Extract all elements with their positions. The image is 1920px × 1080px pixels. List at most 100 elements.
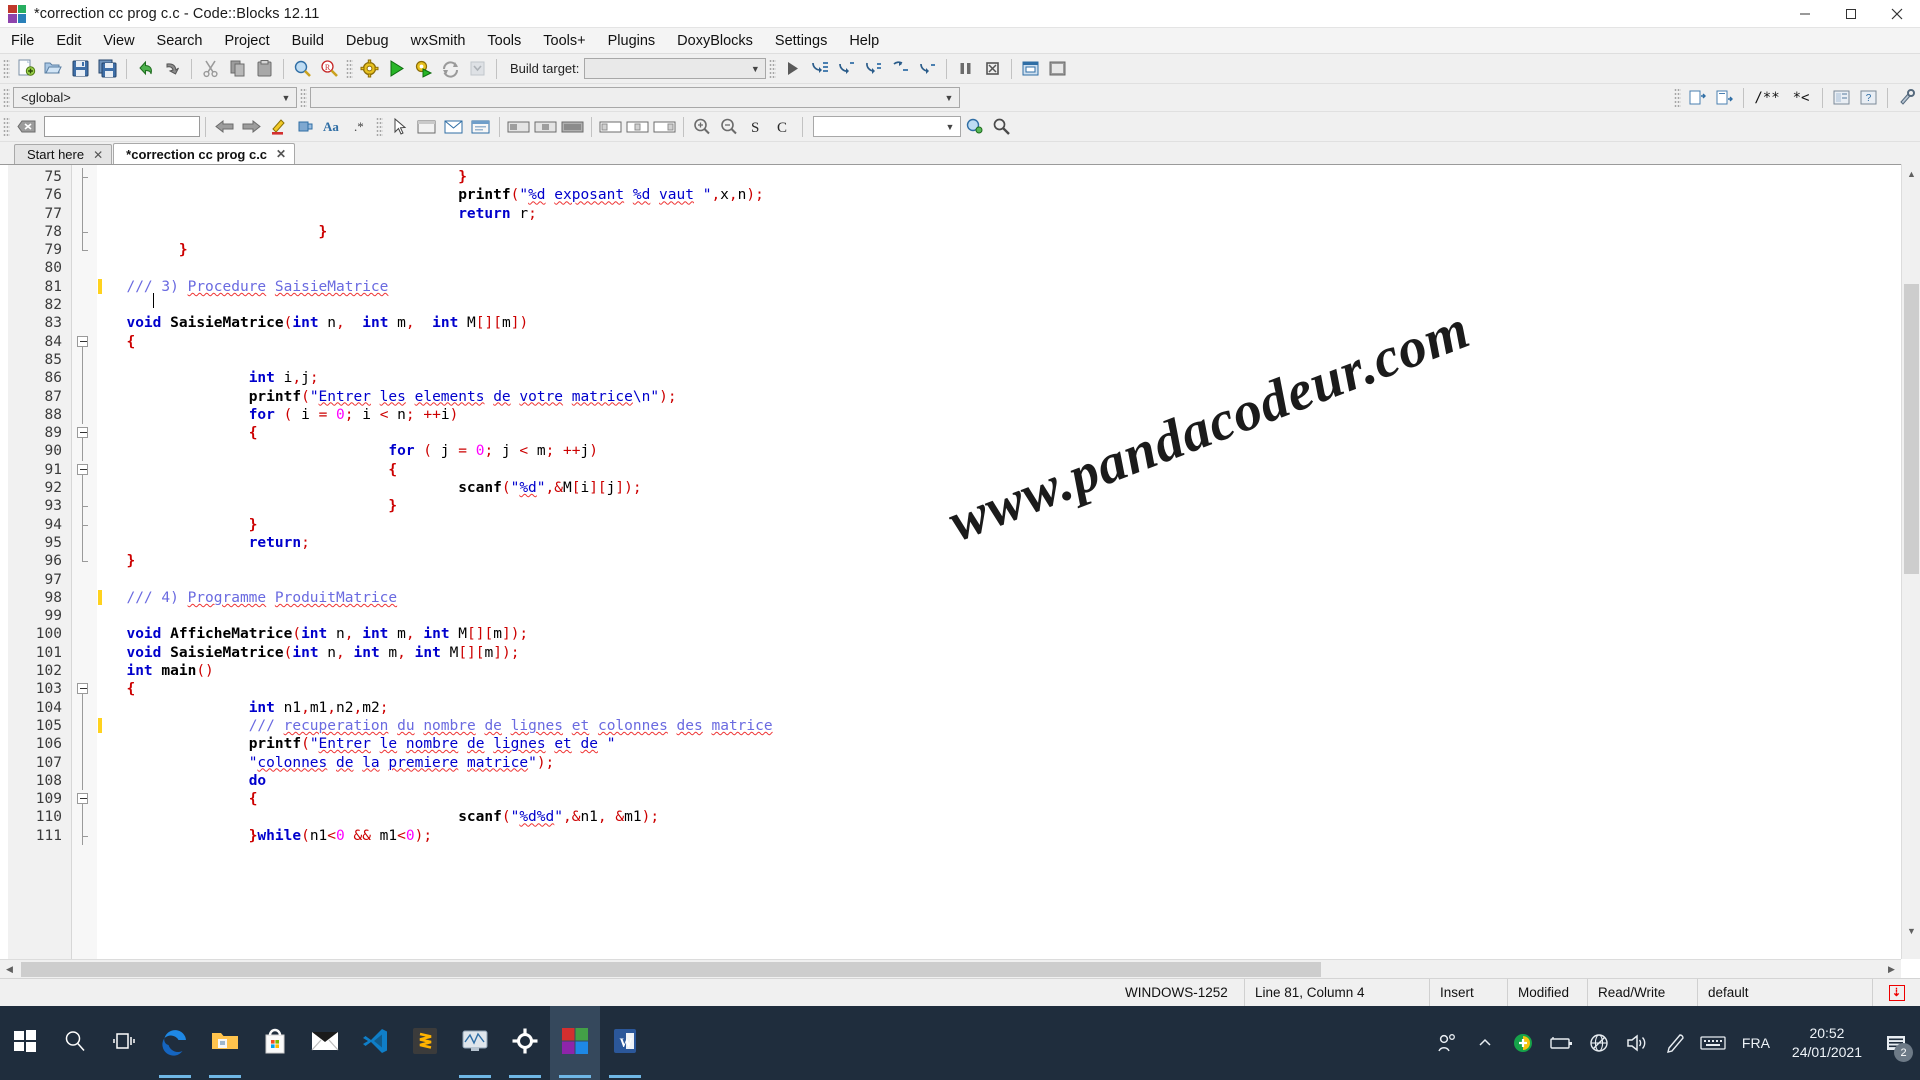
debug-step-into-icon[interactable] [861, 57, 886, 81]
doxyblocks-help-icon[interactable]: ? [1856, 86, 1881, 110]
settings-button[interactable] [500, 1006, 550, 1080]
layout-1-icon[interactable] [506, 115, 531, 139]
media-button[interactable] [450, 1006, 500, 1080]
code-line[interactable]: } [109, 241, 1883, 259]
code-line[interactable]: void AfficheMatrice(int n, int m, int M[… [109, 625, 1883, 643]
highlight-icon[interactable] [266, 115, 291, 139]
menu-view[interactable]: View [92, 30, 145, 52]
doxyblocks-config-icon[interactable] [1894, 86, 1919, 110]
menu-project[interactable]: Project [214, 30, 281, 52]
box-1-icon[interactable] [598, 115, 623, 139]
open-file-icon[interactable] [41, 57, 66, 81]
cut-icon[interactable] [198, 57, 223, 81]
code-line[interactable]: int n1,m1,n2,m2; [109, 699, 1883, 717]
doxyblocks-comment-line-icon[interactable]: *< [1786, 86, 1816, 110]
vscode-button[interactable] [350, 1006, 400, 1080]
code-line[interactable]: printf("Entrer les elements de votre mat… [109, 388, 1883, 406]
menu-wxsmith[interactable]: wxSmith [400, 30, 477, 52]
undo-icon[interactable] [133, 57, 158, 81]
toolbar-grip[interactable] [3, 87, 10, 108]
people-icon[interactable] [1428, 1006, 1466, 1080]
notification-center-button[interactable]: 2 [1874, 1006, 1918, 1080]
code-line[interactable]: printf("Entrer le nombre de lignes et de… [109, 735, 1883, 753]
zoom-out-icon[interactable] [717, 115, 742, 139]
editor-tab-active[interactable]: *correction cc prog c.c ✕ [113, 143, 296, 164]
redo-icon[interactable] [160, 57, 185, 81]
editor-horizontal-scrollbar[interactable]: ◀ ▶ [0, 959, 1901, 979]
copy-icon[interactable] [225, 57, 250, 81]
menu-edit[interactable]: Edit [45, 30, 92, 52]
start-button[interactable] [0, 1006, 50, 1080]
toolbar-grip[interactable] [3, 58, 10, 79]
close-button[interactable] [1874, 0, 1920, 28]
menu-debug[interactable]: Debug [335, 30, 400, 52]
sublime-text-button[interactable] [400, 1006, 450, 1080]
replace-icon[interactable]: R [317, 57, 342, 81]
abort-icon[interactable] [465, 57, 490, 81]
fold-toggle-icon[interactable] [77, 335, 88, 347]
keyboard-icon[interactable] [1694, 1006, 1732, 1080]
code-line[interactable] [109, 296, 1883, 314]
code-line[interactable]: { [109, 790, 1883, 808]
show-hidden-icons-chevron[interactable] [1466, 1006, 1504, 1080]
code-line[interactable]: int main() [109, 662, 1883, 680]
scroll-right-arrow-icon[interactable]: ▶ [1882, 960, 1901, 979]
code-text-area[interactable]: } printf("%d exposant %d vaut ",x,n); re… [109, 165, 1883, 960]
code-line[interactable]: return r; [109, 205, 1883, 223]
code-line[interactable] [109, 607, 1883, 625]
menu-tools-[interactable]: Tools+ [532, 30, 596, 52]
save-all-icon[interactable] [95, 57, 120, 81]
doxyblocks-wizard-icon[interactable] [1829, 86, 1854, 110]
frame-icon[interactable] [468, 115, 493, 139]
menu-tools[interactable]: Tools [476, 30, 532, 52]
code-line[interactable]: for ( i = 0; i < n; ++i) [109, 406, 1883, 424]
code-folding-gutter[interactable] [72, 165, 97, 960]
menu-search[interactable]: Search [146, 30, 214, 52]
microsoft-store-button[interactable] [250, 1006, 300, 1080]
goto-icon[interactable] [962, 115, 987, 139]
close-tab-icon[interactable]: ✕ [93, 148, 103, 162]
close-tab-icon[interactable]: ✕ [276, 147, 286, 161]
various-info-icon[interactable] [1045, 57, 1070, 81]
vertical-scroll-thumb[interactable] [1904, 284, 1919, 574]
code-line[interactable]: scanf("%d",&M[i][j]); [109, 479, 1883, 497]
editor-tab-inactive[interactable]: Start here ✕ [14, 144, 113, 164]
debug-continue-icon[interactable] [780, 57, 805, 81]
run-icon[interactable] [384, 57, 409, 81]
code-line[interactable] [109, 259, 1883, 277]
code-line[interactable]: } [109, 497, 1883, 515]
menu-help[interactable]: Help [838, 30, 890, 52]
zoom-in-icon[interactable] [690, 115, 715, 139]
edge-button[interactable] [150, 1006, 200, 1080]
new-file-icon[interactable] [14, 57, 39, 81]
horizontal-scroll-thumb[interactable] [21, 962, 1321, 977]
layout-2-icon[interactable] [533, 115, 558, 139]
code-line[interactable]: /// 3) Procedure SaisieMatrice [109, 278, 1883, 308]
toolbar-grip[interactable] [346, 58, 353, 79]
debugging-windows-icon[interactable] [1018, 57, 1043, 81]
status-indicator[interactable]: ⇣ [1873, 979, 1920, 1007]
fold-toggle-icon[interactable] [77, 793, 88, 805]
toolbar-grip[interactable] [376, 116, 383, 137]
code-line[interactable]: return; [109, 534, 1883, 552]
toolbar-grip[interactable] [3, 116, 10, 137]
find-symbol-icon[interactable] [989, 115, 1014, 139]
code-line[interactable]: } [109, 168, 1883, 186]
code-line[interactable]: } [109, 516, 1883, 534]
editor-vertical-scrollbar[interactable]: ▲ ▼ [1901, 164, 1920, 959]
debug-run-to-cursor-icon[interactable] [807, 57, 832, 81]
debug-stop-icon[interactable] [980, 57, 1005, 81]
code-line[interactable]: /// recuperation du nombre de lignes et … [109, 717, 1883, 735]
language-indicator[interactable]: FRA [1732, 1035, 1780, 1051]
scroll-up-arrow-icon[interactable]: ▲ [1902, 164, 1920, 183]
code-line[interactable]: for ( j = 0; j < m; ++j) [109, 442, 1883, 460]
code-line[interactable]: { [109, 424, 1883, 442]
regex-icon[interactable]: .* [347, 115, 372, 139]
layout-3-icon[interactable] [560, 115, 585, 139]
code-line[interactable] [109, 571, 1883, 589]
battery-icon[interactable] [1542, 1006, 1580, 1080]
mail-button[interactable] [300, 1006, 350, 1080]
forward-icon[interactable] [239, 115, 264, 139]
code-line[interactable]: /// 4) Programme ProduitMatrice [109, 589, 1883, 607]
task-view-button[interactable] [100, 1006, 150, 1080]
